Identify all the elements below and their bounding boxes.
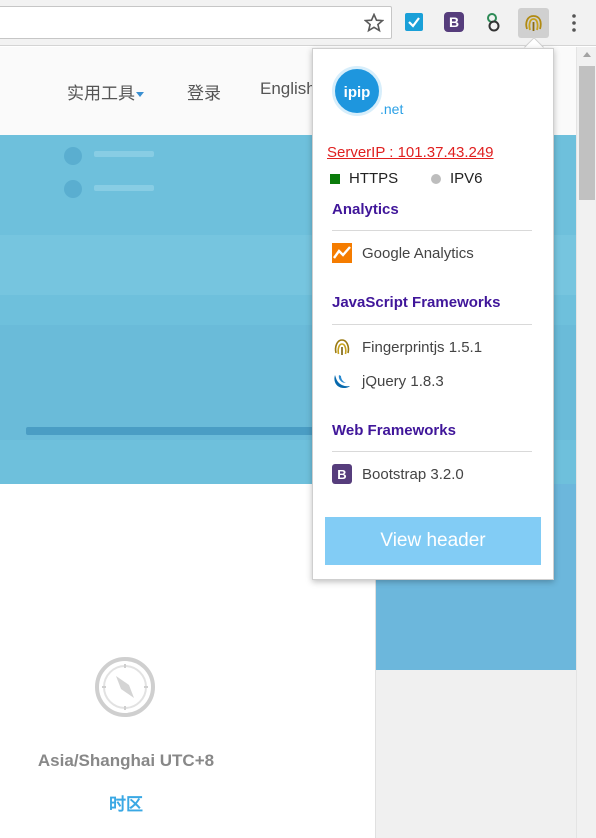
svg-text:B: B xyxy=(337,467,346,482)
checkbox-extension-icon[interactable] xyxy=(403,11,425,33)
https-label: HTTPS xyxy=(349,170,399,187)
https-indicator-icon xyxy=(330,174,340,184)
page-scrollbar[interactable] xyxy=(576,47,596,838)
tech-item-label: Fingerprintjs 1.5.1 xyxy=(362,339,483,356)
timezone-label: 时区 xyxy=(109,795,143,814)
section-title-analytics: Analytics xyxy=(332,201,399,218)
server-ip-link[interactable]: ServerIP : 101.37.43.249 xyxy=(327,144,494,161)
hero-decoration xyxy=(64,180,82,198)
caret-down-icon xyxy=(136,92,144,98)
svg-text:B: B xyxy=(449,14,459,30)
jquery-icon xyxy=(334,375,350,388)
bootstrap-extension-icon[interactable]: B xyxy=(443,11,465,33)
fingerprint-icon xyxy=(525,15,542,31)
fingerprint-icon xyxy=(334,339,350,355)
hero-decoration xyxy=(64,147,82,165)
nav-tools-label: 实用工具 xyxy=(67,84,135,103)
section-divider xyxy=(332,451,532,452)
browser-menu-icon[interactable] xyxy=(570,13,578,33)
google-analytics-icon xyxy=(332,243,352,263)
view-header-button[interactable]: View header xyxy=(325,517,541,565)
hero-decoration xyxy=(94,151,154,157)
section-divider xyxy=(332,324,532,325)
nav-login-link[interactable]: 登录 xyxy=(187,79,221,104)
ipip-logo-suffix: .net xyxy=(380,101,404,117)
bootstrap-icon: B xyxy=(332,464,352,484)
tech-item-label: Bootstrap 3.2.0 xyxy=(362,466,464,483)
scroll-up-arrow-icon[interactable] xyxy=(583,52,591,57)
section-title-javascript-frameworks: JavaScript Frameworks xyxy=(332,294,501,311)
refresh-extension-icon[interactable] xyxy=(483,11,505,33)
tech-item-label: jQuery 1.8.3 xyxy=(362,373,444,390)
scroll-thumb[interactable] xyxy=(579,66,595,200)
extension-popup: ipip .net ServerIP : 101.37.43.249 HTTPS… xyxy=(312,48,554,580)
ipv6-label: IPV6 xyxy=(450,170,483,187)
fingerprint-extension-button[interactable] xyxy=(518,8,549,38)
tech-item-label: Google Analytics xyxy=(362,245,474,262)
ipip-logo: ipip xyxy=(332,66,382,116)
side-strip xyxy=(376,670,576,838)
compass-icon xyxy=(95,657,155,717)
section-divider xyxy=(332,230,532,231)
section-title-web-frameworks: Web Frameworks xyxy=(332,422,456,439)
nav-tools-menu[interactable]: 实用工具 xyxy=(67,79,144,104)
hero-decoration xyxy=(94,185,154,191)
address-bar[interactable] xyxy=(0,6,392,39)
browser-toolbar: B xyxy=(0,0,596,46)
ipv6-indicator-icon xyxy=(431,174,441,184)
bookmark-star-icon[interactable] xyxy=(364,13,384,33)
timezone-value: Asia/Shanghai UTC+8 xyxy=(37,751,215,770)
hero-bar xyxy=(26,427,356,435)
nav-english-link[interactable]: English xyxy=(260,79,316,99)
